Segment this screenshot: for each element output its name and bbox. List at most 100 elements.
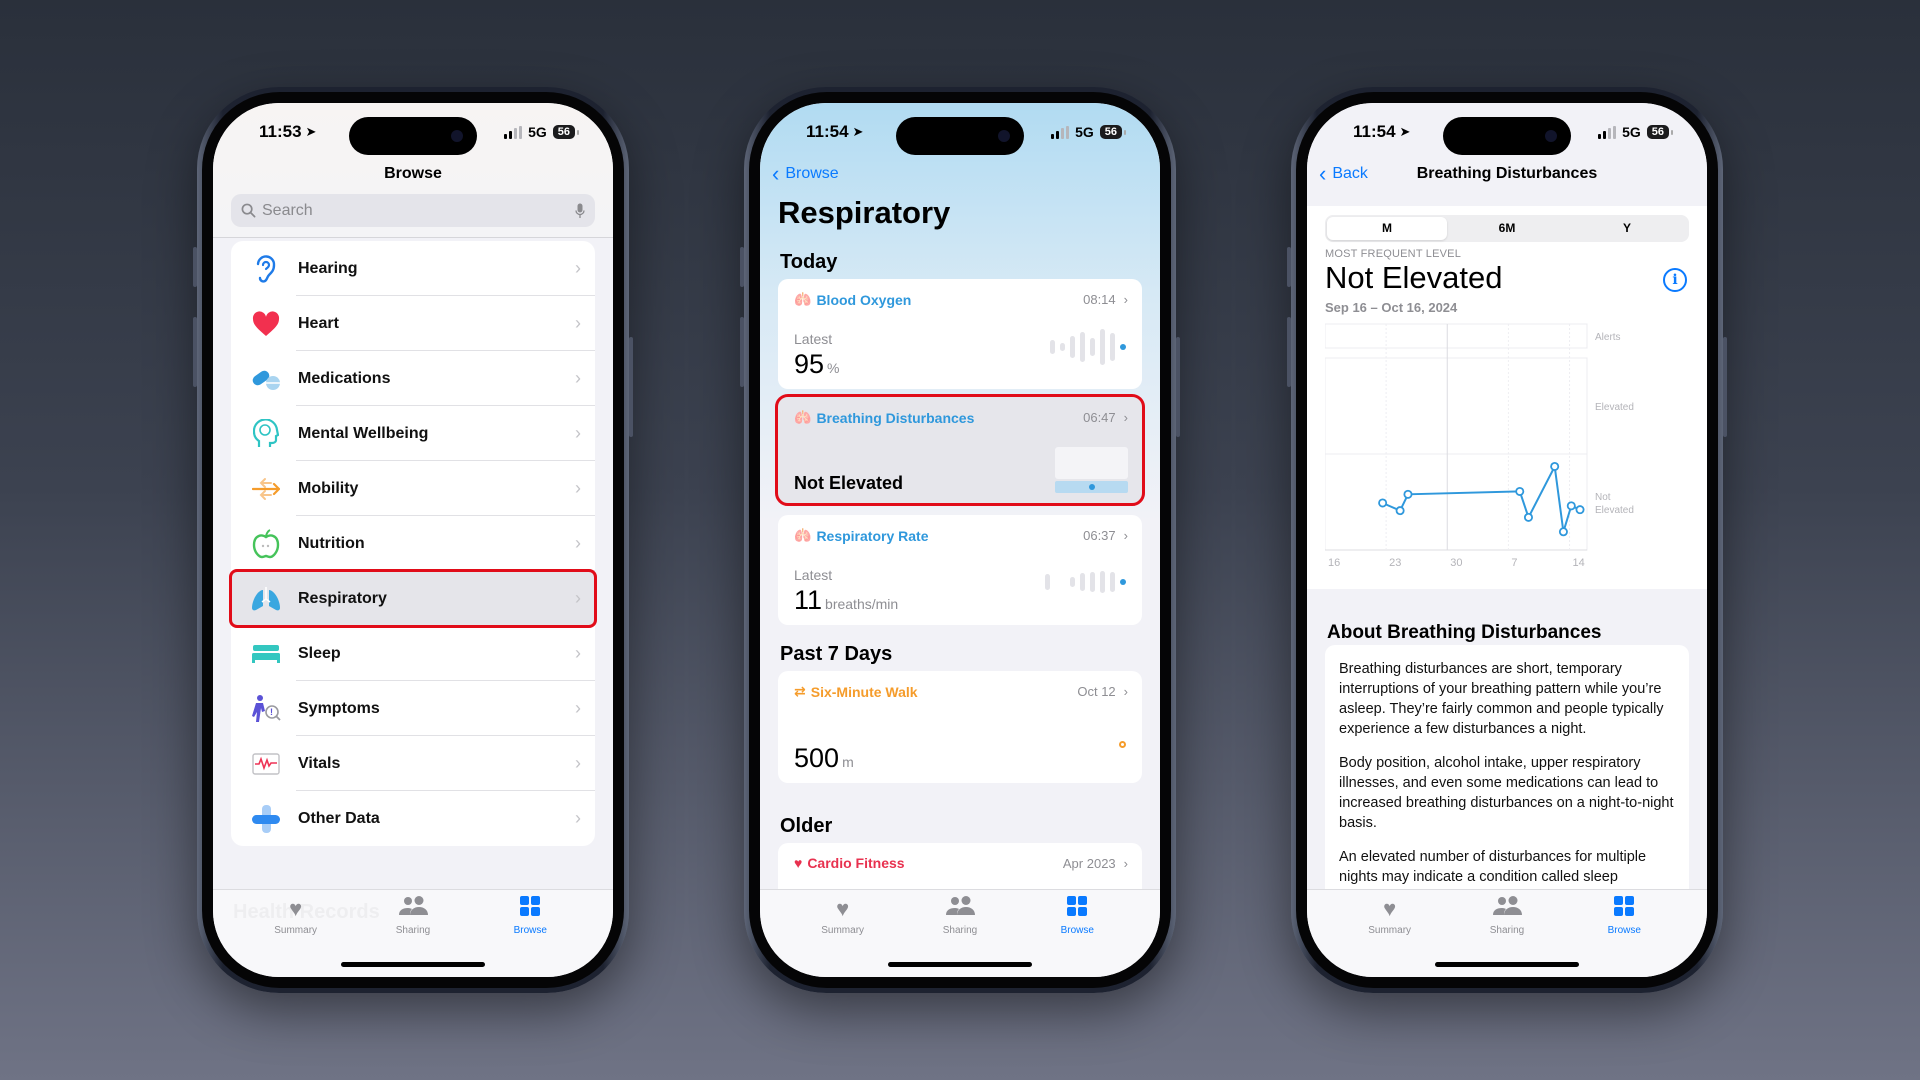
screen: 11:54 ➤ 5G 56 ‹ Back Breathing Disturbance… [1307,103,1707,977]
battery-indicator: 56 [552,125,580,139]
value-number: 11 [794,585,823,615]
category-row-sleep[interactable]: Sleep › [231,626,595,681]
arrows-icon [251,474,281,504]
lungs-icon: 🫁 [794,409,812,425]
category-row-mental-wellbeing[interactable]: Mental Wellbeing › [231,406,595,461]
header-divider [213,237,613,238]
back-label: Browse [785,165,839,182]
chevron-right-icon: › [575,698,581,718]
category-row-heart[interactable]: Heart › [231,296,595,351]
back-button[interactable]: ‹ Browse [772,163,839,185]
search-field[interactable]: Search [231,194,595,227]
category-row-symptoms[interactable]: ! Symptoms › [231,681,595,736]
power-button [1723,337,1727,437]
lungs-icon: 🫁 [794,527,812,543]
band-label-not-elevated: Elevated [1595,505,1634,516]
segment-year[interactable]: Y [1567,217,1687,240]
apple-icon [251,528,281,559]
category-row-respiratory[interactable]: Respiratory › [229,569,597,628]
location-arrow-icon: ➤ [1399,124,1411,139]
data-point [1523,512,1533,522]
category-row-other-data[interactable]: Other Data › [231,791,595,846]
action-button [1287,247,1291,287]
people-icon [945,896,975,922]
value-unit: breaths/min [825,596,899,612]
value-unit: % [827,360,840,376]
category-row-nutrition[interactable]: Nutrition › [231,516,595,571]
breathing-disturbances-chart[interactable]: 16 23 30 7 14 Alerts Elevated Not Elevated [1325,318,1669,573]
tab-label: Summary [1368,925,1412,936]
sparkline [1050,327,1126,367]
category-row-medications[interactable]: Medications › [231,351,595,406]
signal-icon [1598,125,1617,139]
category-label: Heart [298,314,339,332]
chevron-right-icon: › [575,423,581,443]
microphone-icon[interactable] [575,203,585,219]
status-time: 11:53 [259,122,302,141]
x-tick-label: 16 [1328,557,1340,569]
heart-icon: ♥ [794,855,803,871]
category-label: Mobility [298,479,359,497]
power-button [629,337,633,437]
card-title: Cardio Fitness [807,855,905,871]
heart-icon: ♥ [836,896,850,921]
chevron-right-icon: › [1123,856,1128,871]
x-tick-label: 7 [1511,557,1517,569]
chevron-right-icon: › [575,753,581,773]
card-six-minute-walk[interactable]: ⇄ Six-Minute Walk Oct 12 › 500 m [778,671,1142,783]
grid-icon [1614,896,1635,922]
segment-six-months[interactable]: 6M [1447,217,1567,240]
card-value: 500 m [794,743,854,774]
category-row-hearing[interactable]: Hearing › [231,241,595,296]
segment-month[interactable]: M [1327,217,1447,240]
tab-summary[interactable]: ♥ Summary [256,896,336,977]
volume-up-button [193,317,197,387]
card-value: 95% [794,349,840,380]
chevron-right-icon: › [575,478,581,498]
plus-cross-icon [251,804,281,834]
chevron-right-icon: › [575,643,581,663]
date-range: Sep 16 – Oct 16, 2024 [1325,300,1458,315]
about-paragraph: Breathing disturbances are short, tempor… [1339,661,1664,737]
card-blood-oxygen[interactable]: 🫁 Blood Oxygen 08:14 › Latest 95% [778,279,1142,389]
card-breathing-disturbances[interactable]: 🫁 Breathing Disturbances 06:47 › Not Eleva… [775,394,1145,506]
level-chart-upper [1055,447,1128,479]
chevron-right-icon: › [575,258,581,278]
signal-icon [1051,125,1070,139]
category-row-mobility[interactable]: Mobility › [231,461,595,516]
heart-icon: ♥ [1383,896,1397,921]
latest-label: Latest [794,567,833,583]
tab-summary[interactable]: ♥ Summary [803,896,883,977]
data-point [1395,506,1405,516]
location-arrow-icon: ➤ [852,124,864,139]
info-icon[interactable]: i [1663,268,1687,292]
chevron-right-icon: › [575,808,581,828]
card-title: Six-Minute Walk [810,683,918,700]
network-type: 5G [528,124,547,140]
x-tick-label: 23 [1389,557,1401,569]
network-type: 5G [1622,124,1641,140]
band-label-alerts: Alerts [1595,332,1621,343]
tab-browse[interactable]: Browse [1584,896,1664,977]
ear-icon [251,254,281,284]
tab-browse[interactable]: Browse [490,896,570,977]
card-title: Blood Oxygen [816,291,912,308]
search-placeholder: Search [262,201,313,219]
back-button[interactable]: ‹ Back [1319,163,1368,185]
category-row-vitals[interactable]: Vitals › [231,736,595,791]
card-value: Not Elevated [794,473,904,493]
category-label: Nutrition [298,534,365,552]
arrows-icon: ⇄ [794,683,806,699]
category-label: Symptoms [298,699,380,717]
people-icon [398,896,428,922]
tab-summary[interactable]: ♥ Summary [1350,896,1430,977]
category-label: Vitals [298,754,341,772]
tab-browse[interactable]: Browse [1037,896,1117,977]
status-time: 11:54 [806,122,849,141]
action-button [740,247,744,287]
chevron-right-icon: › [575,313,581,333]
vitals-waveform-icon [251,749,281,779]
card-respiratory-rate[interactable]: 🫁 Respiratory Rate 06:37 › Latest 11 breath… [778,515,1142,625]
card-time: 06:37 [1083,528,1116,543]
pill-icon [251,364,281,394]
